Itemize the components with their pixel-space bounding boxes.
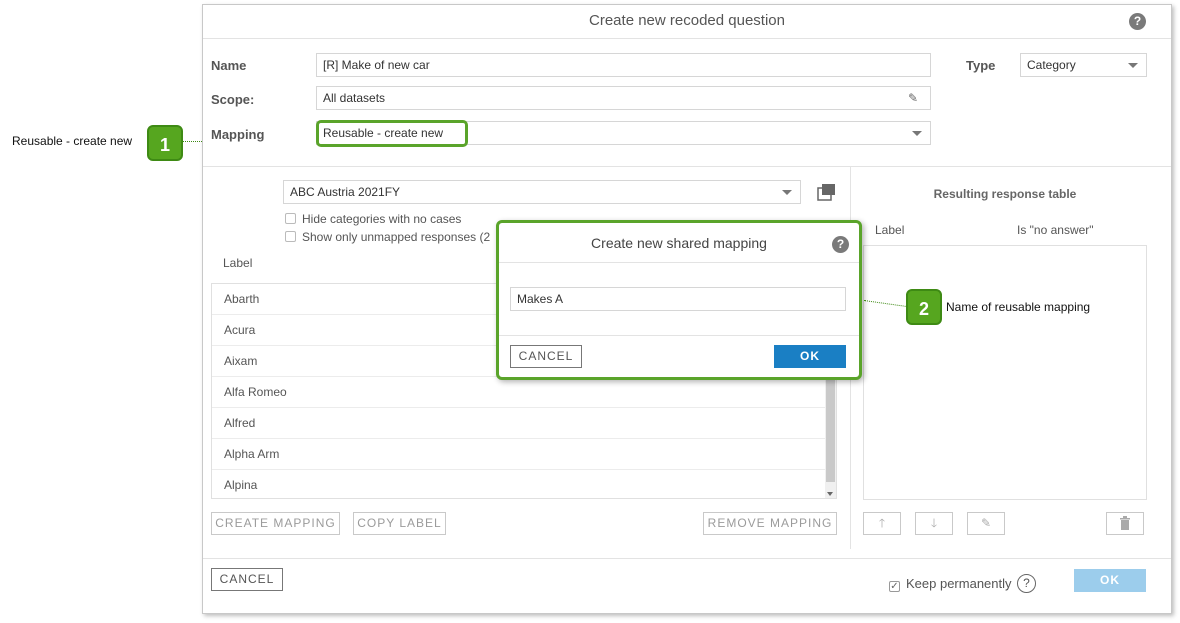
response-table-title: Resulting response table [933, 187, 1077, 201]
list-item[interactable]: Alfa Romeo [212, 377, 826, 408]
callout-1-text: Reusable - create new [12, 134, 133, 148]
scope-value: All datasets [323, 91, 386, 105]
copy-label-button[interactable]: COPY LABEL [353, 512, 446, 535]
subdialog-title: Create new shared mapping [499, 223, 859, 263]
list-item[interactable]: Alpha Arm [212, 439, 826, 470]
callout-1-badge: 1 [147, 125, 183, 161]
hide-categories-checkbox[interactable]: Hide categories with no cases [285, 212, 461, 226]
help-icon[interactable]: ? [1129, 13, 1146, 30]
arrow-up-icon[interactable]: 🡑 [863, 512, 901, 535]
cancel-button[interactable]: CANCEL [211, 568, 283, 591]
create-mapping-button[interactable]: CREATE MAPPING [211, 512, 340, 535]
keep-permanently-label: Keep permanently [906, 576, 1012, 591]
chevron-down-icon [782, 190, 792, 195]
type-label: Type [966, 58, 996, 73]
subdialog-divider [499, 335, 859, 336]
name-input[interactable]: [R] Make of new car [316, 53, 931, 77]
ok-button[interactable]: OK [1074, 569, 1146, 592]
scope-field[interactable]: All datasets ✎ [316, 86, 931, 110]
dialog-title: Create new recoded question [203, 5, 1171, 39]
scroll-down-icon[interactable] [827, 492, 833, 496]
help-icon[interactable]: ? [832, 236, 849, 253]
chevron-down-icon [912, 131, 922, 136]
show-unmapped-label: Show only unmapped responses (2 [302, 230, 491, 244]
mapping-label: Mapping [211, 127, 265, 142]
type-select-value: Category [1027, 58, 1076, 72]
scope-label: Scope: [211, 92, 255, 107]
name-label: Name [211, 58, 247, 73]
pencil-icon[interactable]: ✎ [967, 512, 1005, 535]
list-item[interactable]: Alfred [212, 408, 826, 439]
shared-mapping-dialog: Create new shared mapping ? Makes A CANC… [496, 220, 862, 380]
label-column-header: Label [223, 256, 253, 270]
top-divider [203, 166, 1171, 167]
hide-categories-label: Hide categories with no cases [302, 212, 462, 226]
list-item[interactable]: Alpina [212, 470, 826, 501]
callout-2-badge: 2 [906, 289, 942, 325]
response-table[interactable] [863, 245, 1147, 500]
dataset-value: ABC Austria 2021FY [290, 185, 401, 199]
callout-2-text: Name of reusable mapping [946, 300, 1091, 314]
show-unmapped-checkbox[interactable]: Show only unmapped responses (2 [285, 230, 490, 244]
trash-icon[interactable] [1106, 512, 1144, 535]
type-select[interactable]: Category [1020, 53, 1147, 77]
subdialog-ok-button[interactable]: OK [774, 345, 846, 368]
dataset-select[interactable]: ABC Austria 2021FY [283, 180, 801, 204]
mapping-highlight [316, 120, 468, 147]
col-label-header: Label [875, 223, 905, 237]
remove-mapping-button[interactable]: REMOVE MAPPING [703, 512, 837, 535]
col-no-answer-header: Is "no answer" [1017, 223, 1094, 237]
keep-permanently-checkbox[interactable]: ✓ Keep permanently [889, 576, 1012, 592]
help-icon[interactable]: ? [1017, 574, 1036, 593]
chevron-down-icon [1128, 63, 1138, 68]
pencil-icon[interactable]: ✎ [908, 87, 918, 109]
subdialog-cancel-button[interactable]: CANCEL [510, 345, 582, 368]
arrow-down-icon[interactable]: 🡓 [915, 512, 953, 535]
footer-divider [203, 558, 1171, 559]
mapping-name-input[interactable]: Makes A [510, 287, 846, 311]
popout-icon[interactable] [817, 183, 837, 201]
